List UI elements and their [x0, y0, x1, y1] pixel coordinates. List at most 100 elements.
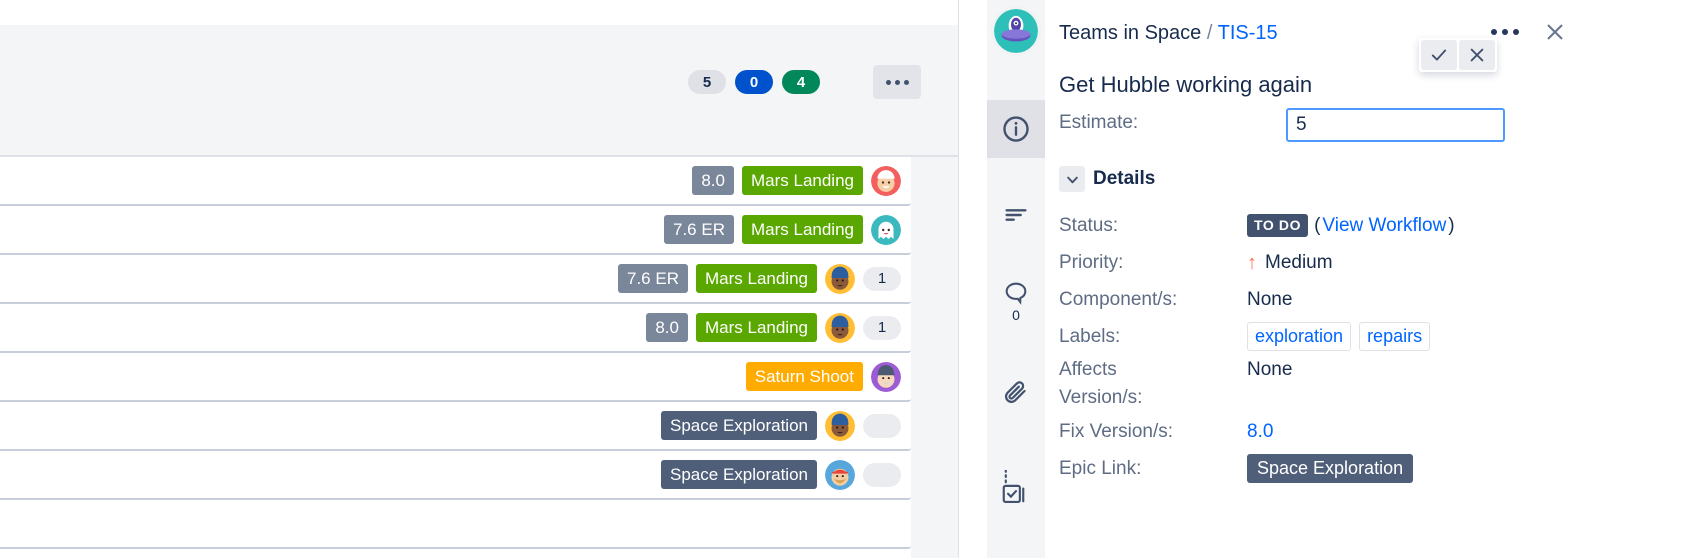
issue-estimate-pill[interactable]: 8.0 — [692, 166, 734, 195]
ellipsis-dot-icon — [886, 80, 891, 85]
chevron-down-icon — [1059, 166, 1085, 192]
status-paren-open: ( — [1314, 208, 1320, 243]
issue-epic-pill[interactable]: Mars Landing — [742, 215, 863, 244]
fix-versions-label: Fix Version/s: — [1059, 414, 1247, 449]
epic-link-value: Space Exploration — [1247, 451, 1639, 486]
priority-value[interactable]: ↑ Medium — [1247, 245, 1639, 280]
assignee-avatar-icon — [871, 215, 901, 245]
epic-link-label: Epic Link: — [1059, 451, 1247, 486]
view-workflow-link[interactable]: View Workflow — [1322, 208, 1446, 243]
components-value[interactable]: None — [1247, 282, 1639, 317]
issue-detail-panel: 0 — [958, 0, 1691, 558]
close-icon — [1467, 45, 1487, 65]
estimate-cancel-button[interactable] — [1459, 40, 1495, 70]
assignee-avatar-icon — [825, 411, 855, 441]
rail-item-attachments[interactable] — [987, 364, 1045, 422]
field-row-components: Component/s: None — [1059, 282, 1639, 317]
close-detail-button[interactable] — [1539, 16, 1571, 48]
affects-versions-value[interactable]: None — [1247, 356, 1639, 412]
ellipsis-dot-icon — [1513, 29, 1519, 35]
issue-row[interactable] — [0, 500, 911, 549]
issue-status-lozenge[interactable]: 1 — [863, 316, 901, 340]
rail-item-subtasks[interactable] — [987, 458, 1045, 516]
ellipsis-dot-icon — [1491, 29, 1497, 35]
breadcrumb-project[interactable]: Teams in Space — [1059, 22, 1201, 44]
description-icon — [1002, 201, 1030, 229]
field-row-fix-versions: Fix Version/s: 8.0 — [1059, 414, 1639, 449]
estimate-confirm-button[interactable] — [1421, 40, 1457, 70]
issue-row[interactable]: 7.6 ER Mars Landing 1 — [0, 255, 911, 304]
issue-list: 8.0 Mars Landing 7.6 ER Mars Landing 7.6 E… — [0, 157, 958, 549]
details-section-title: Details — [1093, 168, 1155, 190]
status-value: TO DO (View Workflow) — [1247, 208, 1639, 243]
issue-epic-pill[interactable]: Mars Landing — [742, 166, 863, 195]
close-icon — [1544, 21, 1566, 43]
labels-label: Labels: — [1059, 319, 1247, 354]
estimate-input[interactable] — [1286, 108, 1505, 142]
estimate-inline-actions — [1419, 38, 1497, 72]
checklist-icon — [1001, 470, 1031, 504]
components-label: Component/s: — [1059, 282, 1247, 317]
details-section-toggle[interactable]: Details — [1059, 166, 1155, 192]
issue-estimate-pill[interactable]: 7.6 ER — [664, 215, 734, 244]
issue-epic-pill[interactable]: Mars Landing — [696, 264, 817, 293]
issue-epic-pill[interactable]: Space Exploration — [661, 411, 817, 440]
issue-row[interactable]: 7.6 ER Mars Landing — [0, 206, 911, 255]
badge-todo: 5 — [688, 70, 726, 94]
issue-row[interactable]: 8.0 Mars Landing 1 — [0, 304, 911, 353]
rail-item-description[interactable] — [987, 186, 1045, 244]
issue-status-lozenge[interactable]: 0 — [863, 414, 901, 438]
sprint-count-badges: 5 0 4 — [688, 70, 820, 94]
ellipsis-dot-icon — [1502, 29, 1508, 35]
detail-icon-rail: 0 — [987, 0, 1045, 558]
field-row-status: Status: TO DO (View Workflow) — [1059, 208, 1639, 243]
issue-row[interactable]: 8.0 Mars Landing — [0, 157, 911, 206]
sprint-more-actions-button[interactable] — [873, 65, 921, 99]
field-row-labels: Labels: exploration repairs — [1059, 319, 1639, 354]
assignee-avatar-icon — [825, 460, 855, 490]
label-pill[interactable]: exploration — [1247, 322, 1351, 350]
issue-status-lozenge[interactable]: 1 — [863, 267, 901, 291]
breadcrumb-separator: / — [1207, 22, 1213, 44]
priority-medium-icon: ↑ — [1247, 253, 1257, 273]
assignee-avatar-icon — [871, 362, 901, 392]
assignee-avatar-icon — [871, 166, 901, 196]
affects-versions-label-line1: Affects — [1059, 356, 1247, 384]
issue-epic-pill[interactable]: Saturn Shoot — [746, 362, 863, 391]
ufo-avatar-icon — [994, 9, 1038, 53]
priority-text: Medium — [1265, 245, 1333, 280]
field-row-affects-versions: Affects Version/s: None — [1059, 356, 1639, 412]
estimate-field-row: Estimate: — [1059, 108, 1619, 144]
issue-status-lozenge[interactable]: 0 — [863, 463, 901, 487]
affects-versions-label: Affects Version/s: — [1059, 356, 1247, 412]
backlog-pane: 5 0 4 8.0 Mars Landing 7.6 ER Mars Landing… — [0, 0, 958, 558]
epic-link-pill[interactable]: Space Exploration — [1247, 454, 1413, 484]
badge-done: 4 — [782, 70, 820, 94]
info-icon — [1001, 114, 1031, 144]
issue-row[interactable]: Space Exploration 0 — [0, 402, 911, 451]
comment-count: 0 — [1012, 307, 1020, 323]
issue-epic-pill[interactable]: Space Exploration — [661, 460, 817, 489]
project-avatar — [991, 6, 1041, 56]
assignee-avatar-icon — [825, 264, 855, 294]
status-badge[interactable]: TO DO — [1247, 214, 1308, 236]
issue-estimate-pill[interactable]: 8.0 — [646, 313, 688, 342]
issue-estimate-pill[interactable]: 7.6 ER — [618, 264, 688, 293]
labels-value: exploration repairs — [1247, 319, 1639, 354]
issue-row[interactable]: Saturn Shoot — [0, 353, 911, 402]
attachment-icon — [1002, 379, 1030, 407]
comment-icon — [1002, 280, 1030, 306]
detail-body: Teams in Space / TIS-15 Get Hubble worki… — [1059, 0, 1691, 558]
rail-item-comments[interactable]: 0 — [987, 272, 1045, 330]
issue-summary[interactable]: Get Hubble working again — [1059, 72, 1312, 98]
issue-row[interactable]: Space Exploration 0 — [0, 451, 911, 500]
issue-epic-pill[interactable]: Mars Landing — [696, 313, 817, 342]
affects-versions-label-line2: Version/s: — [1059, 384, 1247, 412]
rail-item-details[interactable] — [987, 100, 1045, 158]
field-row-epic-link: Epic Link: Space Exploration — [1059, 451, 1639, 486]
label-pill[interactable]: repairs — [1359, 322, 1430, 350]
breadcrumb-issue-key[interactable]: TIS-15 — [1218, 22, 1278, 44]
fix-versions-value[interactable]: 8.0 — [1247, 414, 1639, 449]
breadcrumb: Teams in Space / TIS-15 — [1059, 22, 1278, 45]
status-paren-close: ) — [1448, 208, 1454, 243]
